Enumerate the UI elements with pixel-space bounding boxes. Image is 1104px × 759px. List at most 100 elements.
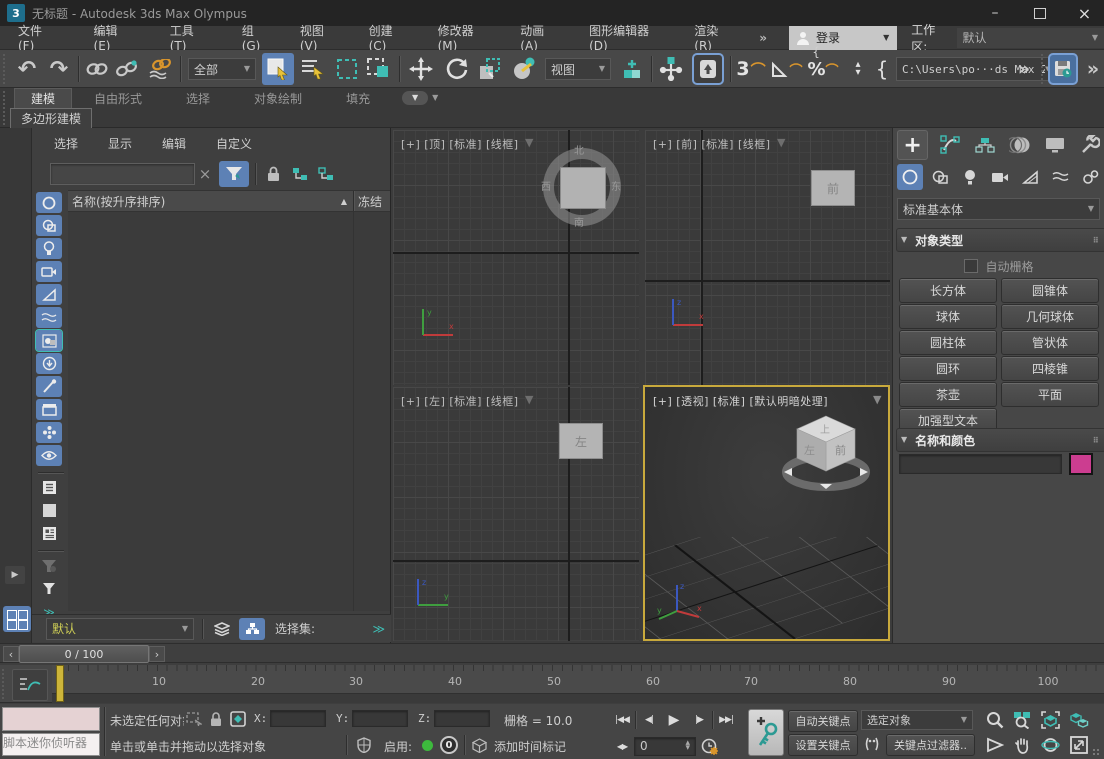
zoom-extents-all-button[interactable] <box>1066 709 1091 731</box>
default-in-out-tangents-button[interactable] <box>861 734 883 754</box>
viewcube-perspective[interactable]: 前 左 上 <box>780 409 872 495</box>
zoom-button[interactable] <box>982 709 1007 731</box>
menu-overflow-chevron[interactable]: » <box>749 31 777 45</box>
viewport-perspective-menu-icon[interactable]: ▼ <box>873 394 881 405</box>
maxscript-listener-pink[interactable] <box>2 707 100 731</box>
absolute-offset-mode-icon[interactable] <box>228 709 248 729</box>
systems-category-button[interactable] <box>1078 164 1104 190</box>
primitive-button-tube[interactable]: 管状体 <box>1001 330 1099 355</box>
viewport-top[interactable]: [+] [顶] [标准] [线框] ▼ 北 南 东 西 xy <box>393 130 639 385</box>
toolbar-overflow-chevron-1[interactable]: » <box>1013 55 1035 83</box>
display-cameras-toggle[interactable] <box>36 261 62 282</box>
time-slider-handle[interactable]: 0 / 100 <box>19 645 149 663</box>
statusbar-resize-grip[interactable] <box>1092 748 1101 757</box>
track-bar-ruler[interactable]: 10 20 30 40 50 60 70 80 90 100 <box>52 665 1104 702</box>
keyboard-shortcut-override-toggle[interactable] <box>692 53 724 85</box>
angle-snap-toggle-button[interactable]: ⌒ <box>771 54 803 84</box>
select-object-button[interactable] <box>262 53 294 85</box>
track-bar[interactable]: 10 20 30 40 50 60 70 80 90 100 <box>0 665 1104 703</box>
hierarchy-tab[interactable] <box>971 131 998 159</box>
display-hierarchy-button[interactable] <box>239 618 265 640</box>
menu-item-graph-editors[interactable]: 图形编辑器(D) <box>575 22 680 53</box>
maximize-button[interactable] <box>1020 0 1060 26</box>
display-xrefs-toggle[interactable] <box>36 353 62 374</box>
use-pivot-point-center-button[interactable] <box>617 54 647 84</box>
go-to-end-button[interactable]: ▶▶| <box>714 709 738 731</box>
select-and-manipulate-button[interactable] <box>656 54 686 84</box>
shield-icon[interactable] <box>354 735 374 755</box>
viewport-layout-quad-icon[interactable] <box>3 606 31 632</box>
name-color-rollout-header[interactable]: ▼ 名称和颜色 ⠿ <box>896 428 1104 452</box>
collapse-hierarchy-icon[interactable] <box>314 162 338 186</box>
primitive-category-dropdown[interactable]: 标准基本体 ▼ <box>897 198 1100 220</box>
sign-in-button[interactable]: 登录 ▼ <box>789 26 897 50</box>
ribbon-minimize-button[interactable]: ▼ <box>402 91 428 105</box>
viewcube-front-face-label[interactable]: 前 <box>835 443 846 457</box>
primitive-button-geosphere[interactable]: 几何球体 <box>1001 304 1099 329</box>
viewport-front-menu-icon[interactable]: ▼ <box>777 137 785 148</box>
menu-item-file[interactable]: 文件(F) <box>0 22 76 53</box>
display-particles-toggle[interactable] <box>36 422 62 443</box>
track-bar-grip[interactable] <box>2 669 4 699</box>
selected-set-dropdown[interactable]: 选定对象 ▼ <box>861 710 973 730</box>
display-shapes-toggle[interactable] <box>36 215 62 236</box>
viewport-front-label[interactable]: [+] [前] [标准] [线框] <box>653 136 771 152</box>
viewcube-left-view[interactable]: 左 <box>559 423 603 459</box>
ribbon-tab-object-paint[interactable]: 对象绘制 <box>232 89 324 108</box>
window-crossing-toggle-button[interactable] <box>364 54 394 84</box>
spinner-snap-toggle-button[interactable]: ▴ ▾ <box>843 54 873 84</box>
ribbon-panel-tab-polygon-modeling[interactable]: 多边形建模 <box>10 108 92 130</box>
name-column-header[interactable]: 名称(按升序排序) <box>68 193 341 210</box>
ribbon-minimize-flyout-icon[interactable]: ▼ <box>432 94 438 102</box>
autobak-save-button[interactable] <box>1048 53 1078 85</box>
expand-hierarchy-icon[interactable] <box>288 162 312 186</box>
zoom-all-button[interactable] <box>1010 709 1035 731</box>
display-containers-toggle[interactable] <box>36 399 62 420</box>
object-type-rollout-header[interactable]: ▼ 对象类型 ⠿ <box>896 228 1104 252</box>
primitive-button-plane[interactable]: 平面 <box>1001 382 1099 407</box>
ribbon-tab-populate[interactable]: 填充 <box>324 89 392 108</box>
bind-to-space-warp-icon[interactable] <box>146 57 174 81</box>
isolate-selection-icon[interactable] <box>184 709 204 729</box>
select-and-link-icon[interactable] <box>84 57 110 81</box>
active-layer-dropdown[interactable]: 默认 ▼ <box>46 618 194 640</box>
next-frame-button[interactable]: |▶ <box>687 709 711 731</box>
frame-spinner-down-icon[interactable]: ▾ <box>685 746 690 751</box>
play-button[interactable]: ▶ <box>662 709 686 731</box>
select-and-rotate-button[interactable] <box>441 54 471 84</box>
reference-coordinate-system-dropdown[interactable]: 视图 ▼ <box>545 58 611 80</box>
viewcube-left-face-label[interactable]: 左 <box>804 444 815 457</box>
select-and-scale-button[interactable] <box>475 54 505 84</box>
pan-view-button[interactable] <box>1010 734 1035 756</box>
primitive-button-teapot[interactable]: 茶壶 <box>899 382 997 407</box>
display-visibility-toggle[interactable] <box>36 445 62 466</box>
go-to-start-button[interactable]: |◀◀ <box>610 709 634 731</box>
selection-filter-dropdown[interactable]: 全部 ▼ <box>188 58 256 80</box>
viewport-left-menu-icon[interactable]: ▼ <box>525 394 533 405</box>
filter-button[interactable] <box>36 578 62 599</box>
primitive-button-cylinder[interactable]: 圆柱体 <box>899 330 997 355</box>
create-tab[interactable]: + <box>897 130 928 160</box>
minimize-button[interactable]: – <box>975 0 1015 26</box>
key-filters-button[interactable]: 关键点过滤器.. <box>886 734 975 756</box>
explorer-menu-select[interactable]: 选择 <box>54 135 78 152</box>
search-clear-icon[interactable]: × <box>195 165 215 183</box>
sort-ascending-icon[interactable]: ▲ <box>341 197 347 206</box>
rollout-grip-icon[interactable]: ⠿ <box>1093 436 1100 445</box>
object-color-swatch[interactable] <box>1069 453 1093 475</box>
viewcube-top-view[interactable]: 北 南 东 西 <box>543 148 621 226</box>
filter-settings-button[interactable] <box>36 555 62 576</box>
spacewarps-category-button[interactable] <box>1048 164 1074 190</box>
bottom-bar-overflow-chevron[interactable]: ≫ <box>372 622 385 636</box>
maximize-viewport-toggle[interactable] <box>1066 734 1091 756</box>
menu-item-rendering[interactable]: 渲染(R) <box>680 22 749 53</box>
time-configuration-button[interactable] <box>696 736 722 756</box>
viewport-perspective[interactable]: [+] [透视] [标准] [默认明暗处理] ▼ 前 左 上 zyx <box>643 385 890 641</box>
mini-curve-editor-button[interactable] <box>12 669 48 701</box>
coord-y-input[interactable] <box>352 710 408 727</box>
primitive-button-cone[interactable]: 圆锥体 <box>1001 278 1099 303</box>
viewport-front[interactable]: [+] [前] [标准] [线框] ▼ 前 xz <box>645 130 890 385</box>
viewport-perspective-label[interactable]: [+] [透视] [标准] [默认明暗处理] <box>653 393 828 409</box>
select-and-place-button[interactable] <box>509 54 539 84</box>
previous-frame-button[interactable]: ◀| <box>637 709 661 731</box>
